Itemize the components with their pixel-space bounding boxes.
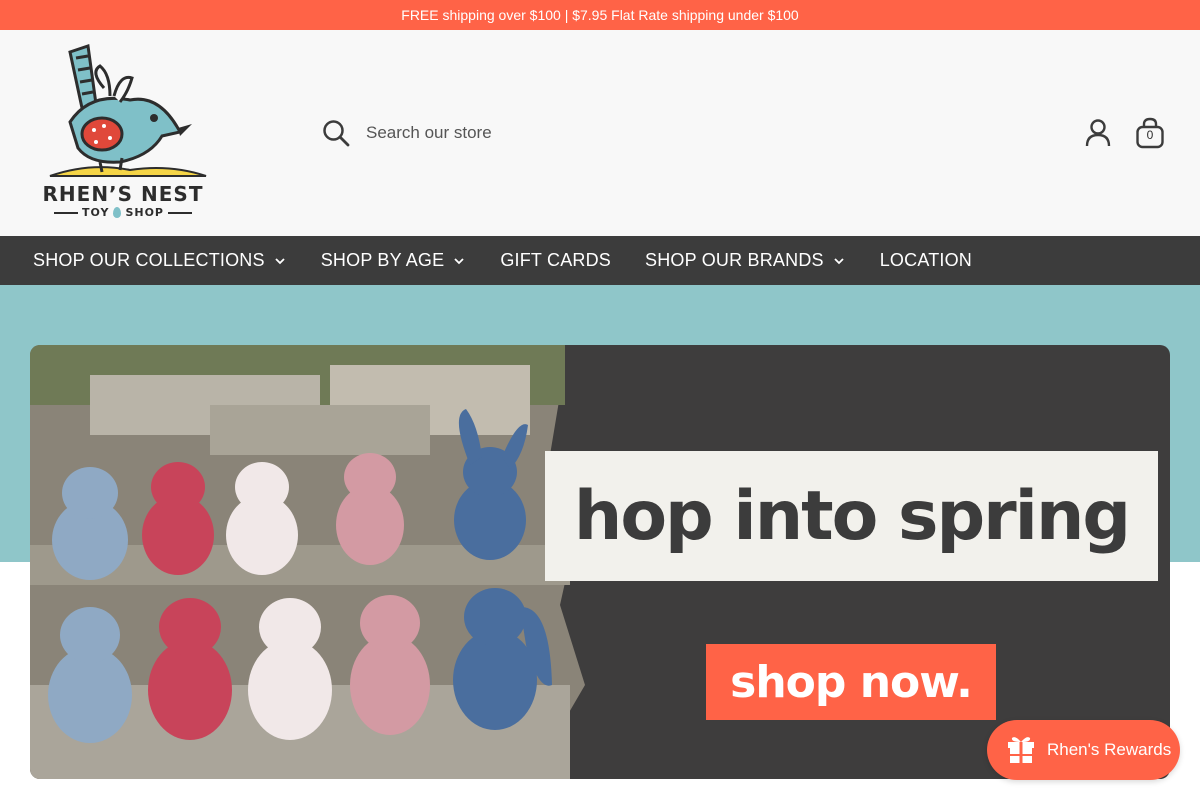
bunny-plush-photo bbox=[30, 345, 585, 779]
nav-item-label: SHOP OUR BRANDS bbox=[645, 250, 824, 270]
logo-tagline-right: SHOP bbox=[125, 206, 164, 219]
hero-banner[interactable]: hop into spring shop now. bbox=[30, 345, 1170, 779]
nav-item-label: LOCATION bbox=[879, 250, 972, 270]
logo-divider-left bbox=[54, 211, 78, 214]
shop-now-button[interactable]: shop now. bbox=[706, 644, 996, 720]
nav-item-label: SHOP BY AGE bbox=[320, 250, 445, 270]
cart-button[interactable]: 0 bbox=[1134, 116, 1166, 150]
site-header: RHEN’S NEST TOY SHOP Search our store 0 bbox=[0, 30, 1200, 236]
logo-divider-right bbox=[167, 211, 192, 214]
shop-now-label: shop now. bbox=[730, 656, 973, 708]
chevron-down-icon bbox=[834, 257, 844, 264]
logo-tagline-left: TOY bbox=[82, 206, 110, 219]
account-button[interactable] bbox=[1084, 118, 1112, 148]
rewards-label: Rhen's Rewards bbox=[1047, 740, 1172, 759]
store-logo[interactable]: RHEN’S NEST TOY SHOP bbox=[30, 44, 216, 224]
bird-logo-icon bbox=[49, 44, 207, 177]
announcement-text: FREE shipping over $100 | $7.95 Flat Rat… bbox=[401, 7, 799, 23]
search-icon bbox=[323, 120, 350, 147]
user-icon bbox=[1085, 119, 1111, 147]
nav-item-label: GIFT CARDS bbox=[500, 250, 612, 270]
gift-icon bbox=[1008, 737, 1034, 763]
main-nav: SHOP OUR COLLECTIONS SHOP BY AGE GIFT CA… bbox=[0, 236, 1200, 285]
hero-headline: hop into spring bbox=[573, 476, 1131, 556]
rewards-button[interactable]: Rhen's Rewards bbox=[987, 720, 1180, 780]
announcement-bar: FREE shipping over $100 | $7.95 Flat Rat… bbox=[0, 0, 1200, 30]
nav-item-gift-cards[interactable]: GIFT CARDS bbox=[500, 250, 611, 271]
nav-item-shop-our-collections[interactable]: SHOP OUR COLLECTIONS bbox=[33, 250, 287, 271]
nav-item-shop-our-brands[interactable]: SHOP OUR BRANDS bbox=[645, 250, 846, 271]
chevron-down-icon bbox=[275, 257, 285, 264]
nav-item-location[interactable]: LOCATION bbox=[880, 250, 972, 271]
search-input[interactable]: Search our store bbox=[322, 118, 822, 148]
nav-item-shop-by-age[interactable]: SHOP BY AGE bbox=[321, 250, 467, 271]
egg-icon bbox=[113, 207, 122, 218]
chevron-down-icon bbox=[454, 257, 464, 264]
cart-count: 0 bbox=[1146, 128, 1154, 142]
search-placeholder: Search our store bbox=[366, 123, 492, 142]
logo-tagline: TOY SHOP bbox=[30, 206, 216, 219]
logo-name: RHEN’S NEST bbox=[42, 182, 204, 206]
nav-item-label: SHOP OUR COLLECTIONS bbox=[33, 250, 265, 270]
headline-panel: hop into spring bbox=[545, 451, 1158, 581]
